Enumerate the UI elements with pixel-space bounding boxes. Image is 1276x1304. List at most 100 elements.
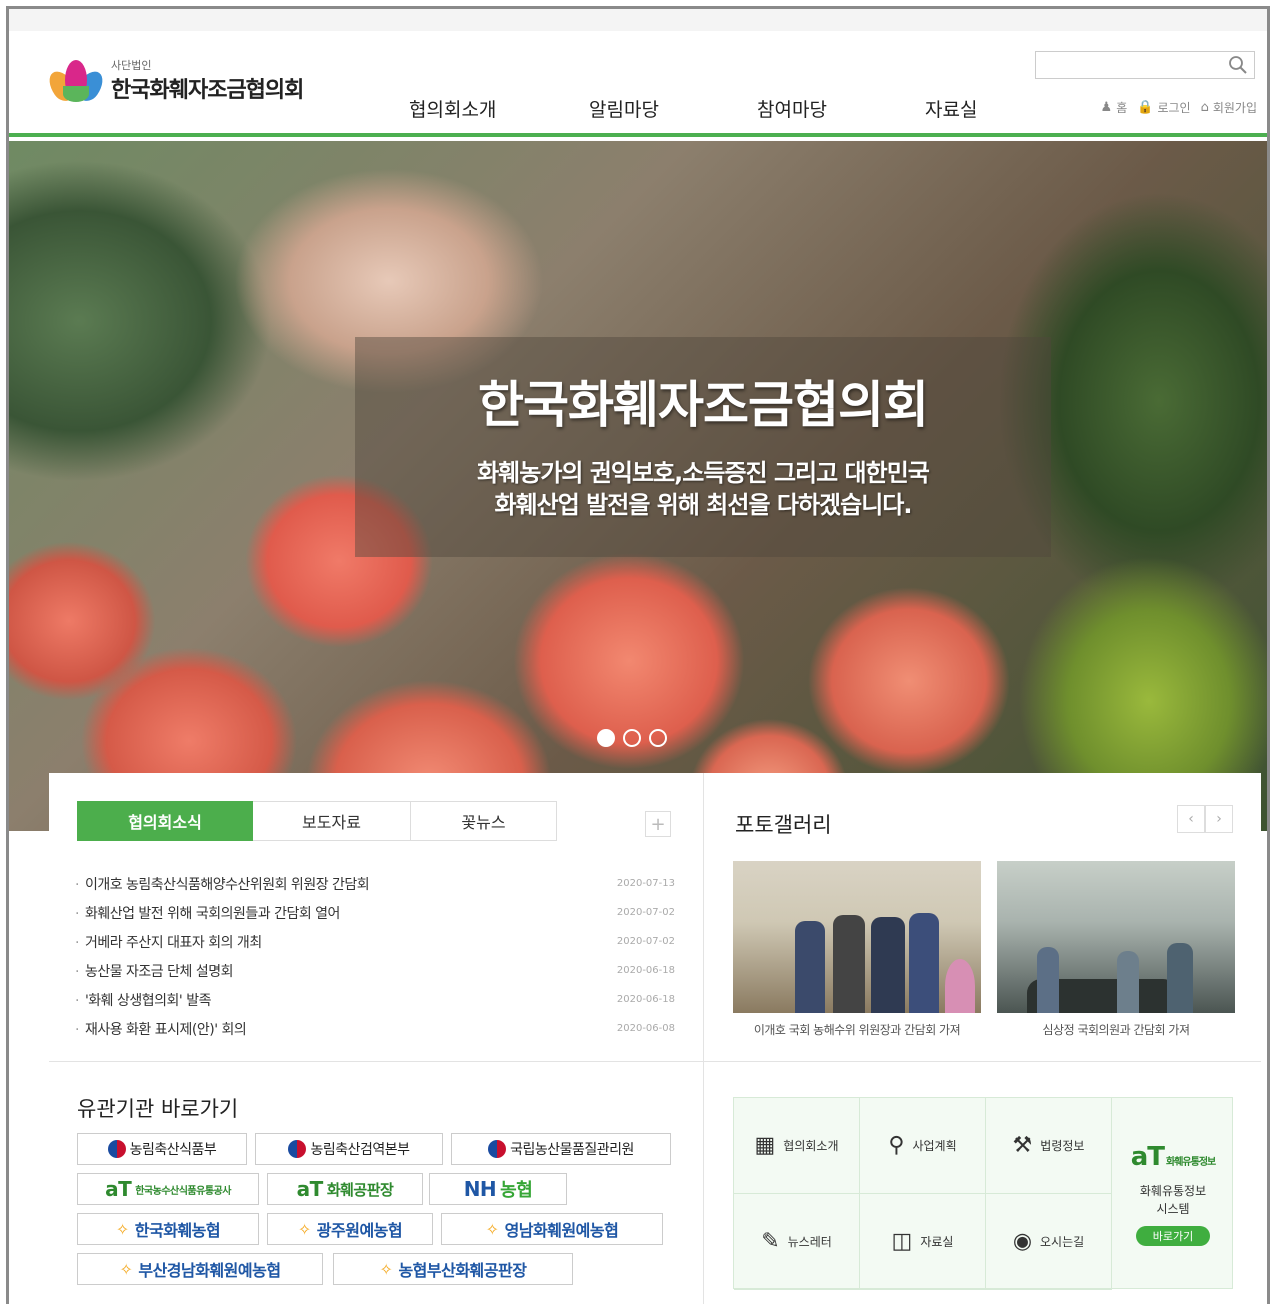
tab-flower-news[interactable]: 꽃뉴스: [411, 801, 557, 841]
news-item-title: 이개호 농림축산식품해양수산위원회 위원장 간담회: [75, 874, 370, 894]
quick-label: 오시는길: [1040, 1235, 1085, 1249]
quick-label: 법령정보: [1040, 1139, 1085, 1153]
link-busan-gyeongnam-coop[interactable]: ✧ 부산경남화훼원예농협: [77, 1253, 323, 1285]
hero-caption-box: 한국화훼자조금협의회 화훼농가의 권익보호,소득증진 그리고 대한민국 화훼산업…: [355, 337, 1051, 557]
util-home-link[interactable]: ♟ 홈: [1101, 99, 1128, 116]
util-login-label: 로그인: [1157, 101, 1191, 115]
slider-dot-2[interactable]: [623, 729, 641, 747]
at-logo-icon: aT: [105, 1177, 132, 1201]
news-item[interactable]: 거베라 주산지 대표자 회의 개최 2020-07-02: [75, 927, 675, 956]
gallery-nav: ‹ ›: [1177, 805, 1233, 833]
taegeuk-icon: [288, 1140, 307, 1158]
news-item-date: 2020-07-02: [616, 936, 675, 947]
news-item[interactable]: '화훼 상생협의회' 발족 2020-06-18: [75, 985, 675, 1014]
taegeuk-icon: [488, 1140, 507, 1158]
person-icon: ♟: [1100, 100, 1113, 115]
flower-info-system-label: 화훼유통정보 시스템: [1140, 1182, 1206, 1218]
coop-logo-icon: ✧: [115, 1219, 129, 1239]
browser-frame: 사단법인 한국화훼자조금협의회 협의회소개 알림마당 참여마당 자료실 ♟ 홈 …: [6, 6, 1270, 1304]
tab-association-news[interactable]: 협의회소식: [77, 801, 253, 841]
quick-archive[interactable]: ◫ 자료실: [860, 1194, 986, 1290]
slider-dot-3[interactable]: [649, 729, 667, 747]
quick-business-plan[interactable]: ⚲ 사업계획: [860, 1098, 986, 1194]
gallery-photo-1[interactable]: [733, 861, 981, 1013]
location-icon: ◉: [1012, 1229, 1033, 1254]
gallery-prev-button[interactable]: ‹: [1177, 805, 1205, 833]
news-item[interactable]: 이개호 농림축산식품해양수산위원회 위원장 간담회 2020-07-13: [75, 869, 675, 898]
quick-label: 협의회소개: [783, 1139, 839, 1153]
taegeuk-icon: [107, 1140, 126, 1158]
content-panel: 협의회소식 보도자료 꽃뉴스 + 이개호 농림축산식품해양수산위원회 위원장 간…: [49, 773, 1261, 1304]
flower-info-line-2: 시스템: [1156, 1202, 1190, 1216]
link-quarantine-agency[interactable]: 농림축산검역본부: [255, 1133, 443, 1165]
gallery-caption-1[interactable]: 이개호 국회 농해수위 위원장과 간담회 가져: [733, 1021, 981, 1038]
hero-banner: 한국화훼자조금협의회 화훼농가의 권익보호,소득증진 그리고 대한민국 화훼산업…: [9, 141, 1267, 831]
gallery-caption-2[interactable]: 심상정 국회의원과 간담회 가져: [997, 1021, 1235, 1038]
org-label: 농림축산검역본부: [310, 1142, 410, 1158]
lightbulb-icon: ⚲: [888, 1133, 905, 1158]
link-nh-bank[interactable]: NH 농협: [429, 1173, 567, 1205]
search-input[interactable]: [1036, 52, 1216, 78]
vertical-divider: [703, 773, 704, 1304]
home-icon: ⌂: [1200, 100, 1209, 115]
org-label: 농협부산화훼공판장: [398, 1261, 527, 1280]
search-icon[interactable]: [1228, 55, 1248, 75]
link-ministry-agriculture[interactable]: 농림축산식품부: [77, 1133, 247, 1165]
news-item[interactable]: 재사용 화환 표시제(안)' 회의 2020-06-08: [75, 1014, 675, 1043]
quick-law-info[interactable]: ⚒ 법령정보: [986, 1098, 1112, 1194]
news-item[interactable]: 화훼산업 발전 위해 국회의원들과 간담회 열어 2020-07-02: [75, 898, 675, 927]
nav-item-participation[interactable]: 참여마당: [757, 95, 925, 122]
slider-dot-1[interactable]: [597, 729, 615, 747]
logo-text: 사단법인 한국화훼자조금협의회: [111, 59, 304, 104]
org-label: 영남화훼원예농협: [504, 1221, 619, 1240]
coop-logo-icon: ✧: [485, 1219, 499, 1239]
gallery-photo-2[interactable]: [997, 861, 1235, 1013]
go-shortcut-button[interactable]: 바로가기: [1136, 1226, 1210, 1246]
util-home-label: 홈: [1116, 101, 1128, 115]
hero-line-1: 화훼농가의 권익보호,소득증진 그리고 대한민국: [477, 459, 930, 487]
book-icon: ◫: [891, 1229, 913, 1254]
news-item-date: 2020-07-13: [616, 878, 675, 889]
news-item-title: '화훼 상생협의회' 발족: [75, 990, 212, 1010]
at-logo-text: 화훼유통정보: [1166, 1157, 1216, 1168]
nav-item-notice[interactable]: 알림마당: [589, 95, 757, 122]
org-label: 농협: [500, 1180, 533, 1201]
link-yeongnam-coop[interactable]: ✧ 영남화훼원예농협: [441, 1213, 663, 1245]
quick-label: 사업계획: [912, 1139, 957, 1153]
news-item-title: 농산물 자조금 단체 설명회: [75, 961, 234, 981]
quick-directions[interactable]: ◉ 오시는길: [986, 1194, 1112, 1290]
quick-label: 자료실: [920, 1235, 954, 1249]
tab-press-release[interactable]: 보도자료: [253, 801, 411, 841]
coop-logo-icon: ✧: [379, 1259, 393, 1279]
main-nav: 협의회소개 알림마당 참여마당 자료실: [409, 95, 1093, 122]
link-quality-service[interactable]: 국립농산물품질관리원: [451, 1133, 671, 1165]
coop-logo-icon: ✧: [119, 1259, 133, 1279]
quick-about[interactable]: ▦ 협의회소개: [734, 1098, 860, 1194]
link-korea-flower-coop[interactable]: ✧ 한국화훼농협: [77, 1213, 259, 1245]
util-login-link[interactable]: 🔒 로그인: [1137, 99, 1190, 116]
quick-menu: ▦ 협의회소개 ⚲ 사업계획 ⚒ 법령정보 ✎ 뉴스레터 ◫ 자료실 ◉ 오시는…: [733, 1097, 1233, 1290]
link-at-corporation[interactable]: aT 한국농수산식품유통공사: [77, 1173, 259, 1205]
gallery-next-button[interactable]: ›: [1205, 805, 1233, 833]
nh-logo-icon: NH: [463, 1177, 497, 1201]
nav-item-about[interactable]: 협의회소개: [409, 95, 589, 122]
link-gwangju-coop[interactable]: ✧ 광주원예농협: [267, 1213, 433, 1245]
link-busan-flower-market[interactable]: ✧ 농협부산화훼공판장: [333, 1253, 573, 1285]
link-flower-market[interactable]: aT 화훼공판장: [267, 1173, 423, 1205]
org-label: 한국화훼농협: [134, 1221, 221, 1240]
search-box: [1035, 51, 1255, 79]
util-join-link[interactable]: ⌂ 회원가입: [1201, 99, 1257, 116]
flower-logo-icon: [43, 59, 109, 105]
news-item-title: 거베라 주산지 대표자 회의 개최: [75, 932, 262, 952]
news-more-button[interactable]: +: [645, 811, 671, 837]
news-item-date: 2020-06-18: [616, 965, 675, 976]
flower-info-line-1: 화훼유통정보: [1139, 1184, 1207, 1198]
news-item[interactable]: 농산물 자조금 단체 설명회 2020-06-18: [75, 956, 675, 985]
quick-label: 뉴스레터: [787, 1235, 832, 1249]
nav-item-archive[interactable]: 자료실: [925, 95, 1093, 122]
horizontal-divider: [49, 1061, 1261, 1062]
quick-newsletter[interactable]: ✎ 뉴스레터: [734, 1194, 860, 1290]
gavel-icon: ⚒: [1012, 1133, 1033, 1158]
site-logo[interactable]: 사단법인 한국화훼자조금협의회: [43, 59, 304, 105]
at-logo-mark: aT: [1130, 1142, 1165, 1172]
